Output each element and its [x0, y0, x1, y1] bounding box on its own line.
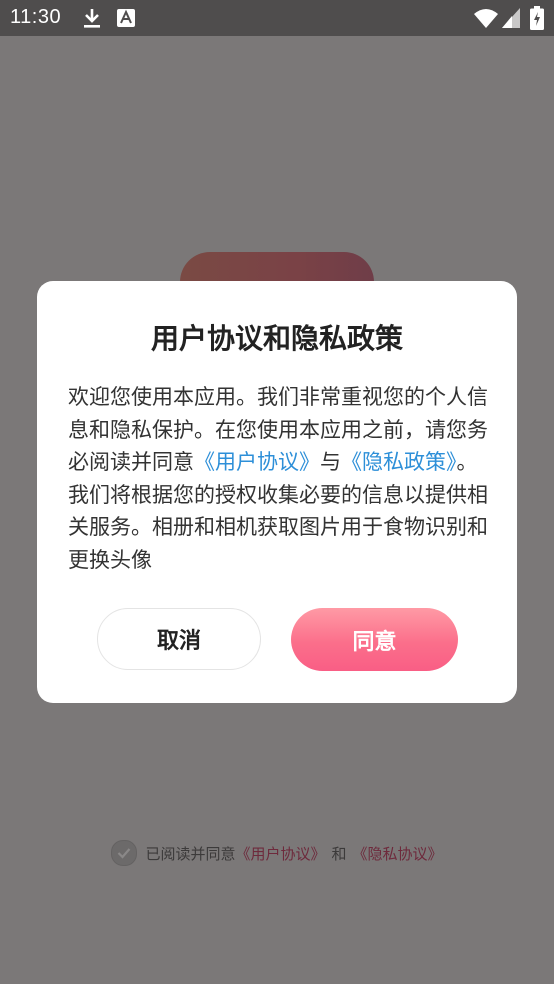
- download-icon: [82, 7, 102, 33]
- dialog-body-and: 与: [320, 450, 341, 474]
- dialog-body: 欢迎您使用本应用。我们非常重视您的个人信息和隐私保护。在您使用本应用之前，请您务…: [68, 381, 488, 576]
- agree-prefix: 已阅读并同意: [145, 844, 236, 863]
- footer-user-agreement-link[interactable]: 《用户协议》: [235, 843, 325, 864]
- check-icon: [118, 848, 131, 859]
- agreement-row: 已阅读并同意 《用户协议》 和 《隐私协议》: [0, 838, 554, 868]
- user-agreement-link[interactable]: 《用户协议》: [194, 450, 320, 474]
- agree-button[interactable]: 同意: [291, 608, 458, 671]
- wifi-icon: [474, 8, 498, 32]
- privacy-policy-link[interactable]: 《隐私政策》: [341, 450, 457, 474]
- agree-checkbox[interactable]: [111, 840, 138, 866]
- a-badge-icon: [117, 9, 135, 31]
- battery-icon: [530, 6, 544, 34]
- dialog-title: 用户协议和隐私政策: [150, 322, 403, 355]
- agree-and: 和: [331, 844, 347, 863]
- footer-privacy-link[interactable]: 《隐私协议》: [353, 843, 443, 864]
- signal-icon: [502, 8, 520, 32]
- status-bar: 11:30: [0, 0, 554, 36]
- cancel-button[interactable]: 取消: [97, 608, 261, 670]
- privacy-dialog: 用户协议和隐私政策 欢迎您使用本应用。我们非常重视您的个人信息和隐私保护。在您使…: [37, 281, 517, 703]
- status-time: 11:30: [10, 6, 62, 28]
